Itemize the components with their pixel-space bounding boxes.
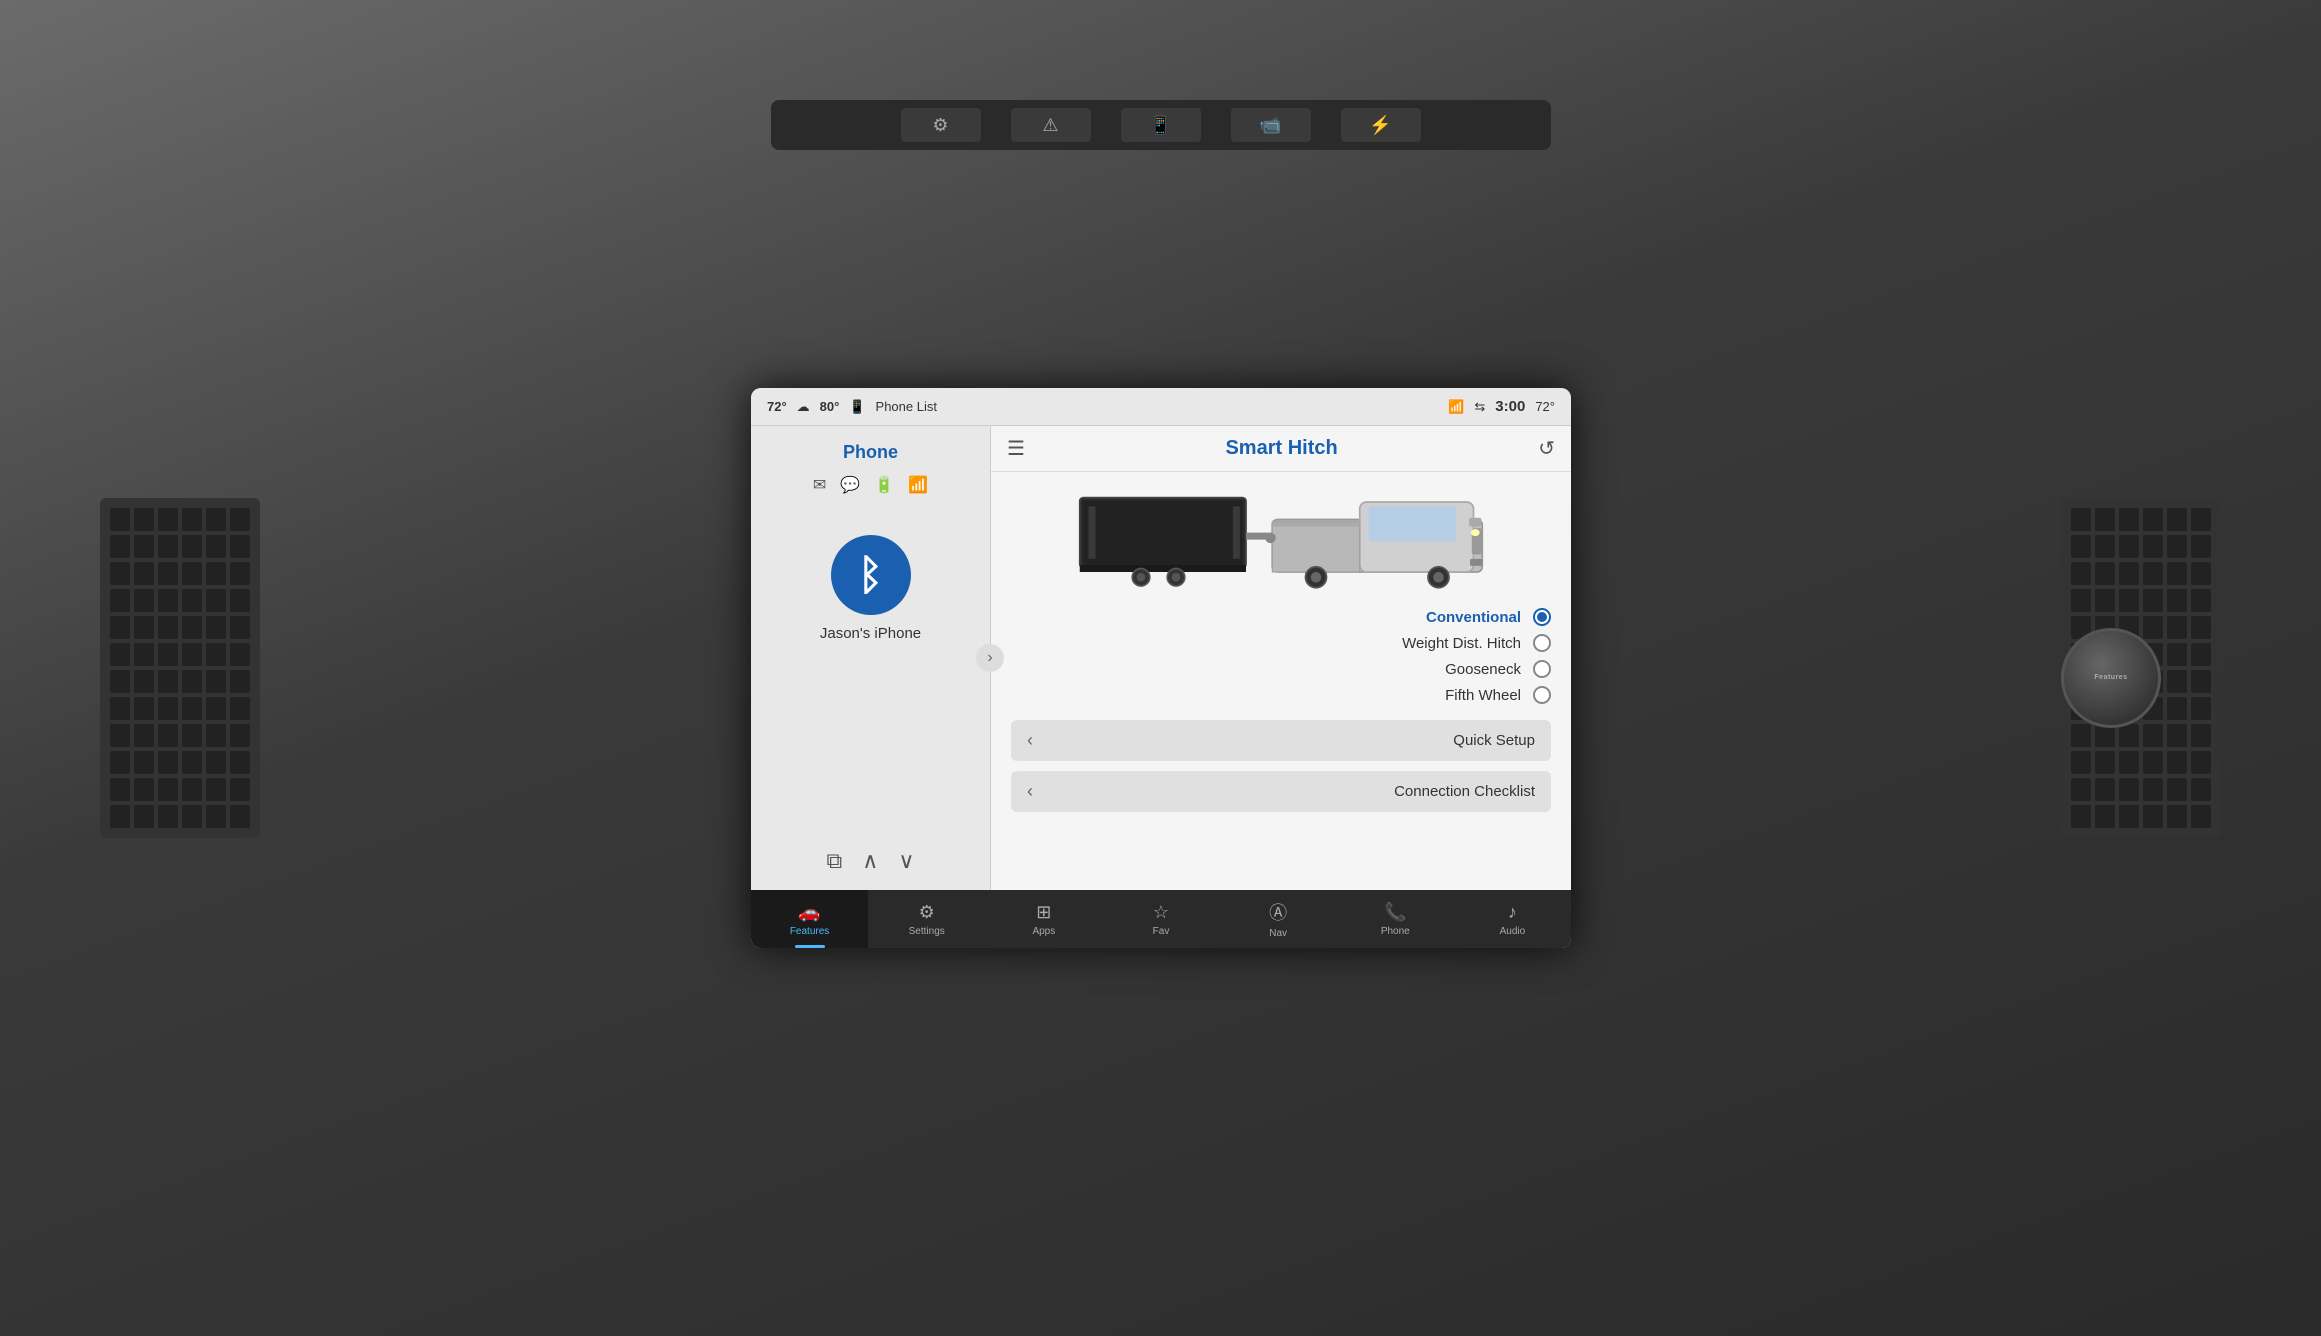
nav-settings-icon: ⚙: [918, 902, 934, 923]
copy-icon[interactable]: ⧉: [826, 848, 842, 874]
phys-btn-connect[interactable]: ⚡: [1341, 108, 1421, 142]
right-panel-smart-hitch: ☰ Smart Hitch ↺: [991, 426, 1571, 890]
nav-phone-icon: 📞: [1384, 902, 1406, 923]
nav-fav-icon: ☆: [1152, 902, 1168, 923]
weather-icon: ☁: [796, 399, 809, 415]
device-name: Jason's iPhone: [819, 625, 920, 642]
option-fifth-wheel[interactable]: Fifth Wheel: [1011, 686, 1551, 704]
nav-settings[interactable]: ⚙ Settings: [868, 890, 985, 948]
quick-setup-label: Quick Setup: [1453, 732, 1535, 749]
chevron-down-icon[interactable]: ∨: [898, 848, 914, 874]
nav-bar: 🚗 Features ⚙ Settings ⊞ Apps ☆ Fav Ⓐ Nav…: [751, 890, 1571, 948]
pro-trailer-label: Features: [2094, 673, 2127, 682]
option-fifth-wheel-label: Fifth Wheel: [1445, 687, 1521, 704]
status-right: 📶 ⇆ 3:00 72°: [1448, 398, 1555, 415]
dashboard: Features ⚙ ⚠ 📱 📹 ⚡ 72° ☁ 80° 📱 Phone Lis…: [0, 0, 2321, 1336]
phys-btn-warning[interactable]: ⚠: [1011, 108, 1091, 142]
chevron-up-icon[interactable]: ∧: [862, 848, 878, 874]
radio-gooseneck[interactable]: [1533, 660, 1551, 678]
bluetooth-status-icon: ⇆: [1474, 399, 1485, 415]
radio-dot: [1537, 612, 1547, 622]
phone-list-label: Phone List: [875, 399, 936, 414]
connection-checklist-arrow: ‹: [1027, 781, 1033, 802]
nav-fav-label: Fav: [1152, 926, 1169, 937]
refresh-icon[interactable]: ↺: [1538, 436, 1555, 461]
physical-controls-bar: ⚙ ⚠ 📱 📹 ⚡: [771, 100, 1551, 150]
phys-btn-phone[interactable]: 📱: [1121, 108, 1201, 142]
nav-nav[interactable]: Ⓐ Nav: [1219, 890, 1336, 948]
option-conventional[interactable]: Conventional: [1011, 608, 1551, 626]
infotainment-screen: 72° ☁ 80° 📱 Phone List 📶 ⇆ 3:00 72° Phon…: [751, 388, 1571, 948]
left-vent-grille: [100, 498, 260, 838]
nav-phone-label: Phone: [1380, 926, 1409, 937]
nav-phone[interactable]: 📞 Phone: [1336, 890, 1453, 948]
menu-icon[interactable]: ☰: [1007, 436, 1025, 461]
hitch-options: Conventional Weight Dist. Hitch Goosenec…: [991, 602, 1571, 710]
phys-btn-1[interactable]: ⚙: [901, 108, 981, 142]
mail-icon: ✉: [812, 475, 825, 495]
outside-temp: 72°: [767, 399, 787, 414]
main-content: Phone ✉ 💬 🔋 📶 ᛒ Jason's iPhone › ⧉ ∧ ∨: [751, 426, 1571, 890]
bluetooth-circle: ᛒ: [830, 535, 910, 615]
option-gooseneck-label: Gooseneck: [1445, 661, 1521, 678]
radio-conventional[interactable]: [1533, 608, 1551, 626]
wifi-status-icon: 📶: [1448, 399, 1464, 415]
phone-list-icon: 📱: [849, 399, 865, 415]
option-gooseneck[interactable]: Gooseneck: [1011, 660, 1551, 678]
nav-apps-label: Apps: [1032, 926, 1055, 937]
nav-features-icon: 🚗: [798, 902, 820, 923]
nav-nav-icon: Ⓐ: [1269, 899, 1287, 925]
connection-checklist-label: Connection Checklist: [1394, 783, 1535, 800]
outside-temp-right: 72°: [1535, 399, 1555, 414]
clock: 3:00: [1495, 398, 1525, 415]
nav-apps-icon: ⊞: [1036, 902, 1051, 923]
nav-audio-icon: ♪: [1507, 902, 1516, 923]
battery-icon: 🔋: [874, 475, 894, 495]
nav-settings-label: Settings: [908, 926, 944, 937]
signal-icon: 📶: [908, 475, 928, 495]
bluetooth-icon: ᛒ: [857, 551, 882, 599]
nav-audio-label: Audio: [1499, 926, 1525, 937]
nav-audio[interactable]: ♪ Audio: [1453, 890, 1570, 948]
option-weight-dist-label: Weight Dist. Hitch: [1402, 635, 1521, 652]
nav-fav[interactable]: ☆ Fav: [1102, 890, 1219, 948]
option-weight-dist[interactable]: Weight Dist. Hitch: [1011, 634, 1551, 652]
nav-nav-label: Nav: [1269, 928, 1287, 939]
message-icon: 💬: [840, 475, 860, 495]
quick-setup-arrow: ‹: [1027, 730, 1033, 751]
phys-btn-camera[interactable]: 📹: [1231, 108, 1311, 142]
left-panel-title: Phone: [842, 442, 897, 463]
connection-checklist-button[interactable]: ‹ Connection Checklist: [1011, 771, 1551, 812]
radio-fifth-wheel[interactable]: [1533, 686, 1551, 704]
action-buttons: ‹ Quick Setup ‹ Connection Checklist: [991, 710, 1571, 822]
quick-setup-button[interactable]: ‹ Quick Setup: [1011, 720, 1551, 761]
radio-weight-dist[interactable]: [1533, 634, 1551, 652]
panel-collapse-arrow[interactable]: ›: [976, 644, 1004, 672]
left-panel-phone: Phone ✉ 💬 🔋 📶 ᛒ Jason's iPhone › ⧉ ∧ ∨: [751, 426, 991, 890]
status-left: 72° ☁ 80° 📱 Phone List: [767, 399, 937, 415]
right-panel-title: Smart Hitch: [1225, 437, 1337, 460]
nav-apps[interactable]: ⊞ Apps: [985, 890, 1102, 948]
nav-features[interactable]: 🚗 Features: [751, 890, 868, 948]
truck-trailer-svg: [1071, 482, 1491, 592]
option-conventional-label: Conventional: [1425, 609, 1520, 626]
pro-trailer-knob[interactable]: Features: [2061, 628, 2161, 728]
truck-trailer-image: [991, 472, 1571, 602]
bottom-phone-icons: ⧉ ∧ ∨: [826, 848, 914, 874]
nav-features-label: Features: [789, 926, 828, 937]
right-panel-header: ☰ Smart Hitch ↺: [991, 426, 1571, 472]
phone-status-icons: ✉ 💬 🔋 📶: [812, 475, 927, 495]
status-bar: 72° ☁ 80° 📱 Phone List 📶 ⇆ 3:00 72°: [751, 388, 1571, 426]
inside-temp: 80°: [819, 399, 839, 414]
